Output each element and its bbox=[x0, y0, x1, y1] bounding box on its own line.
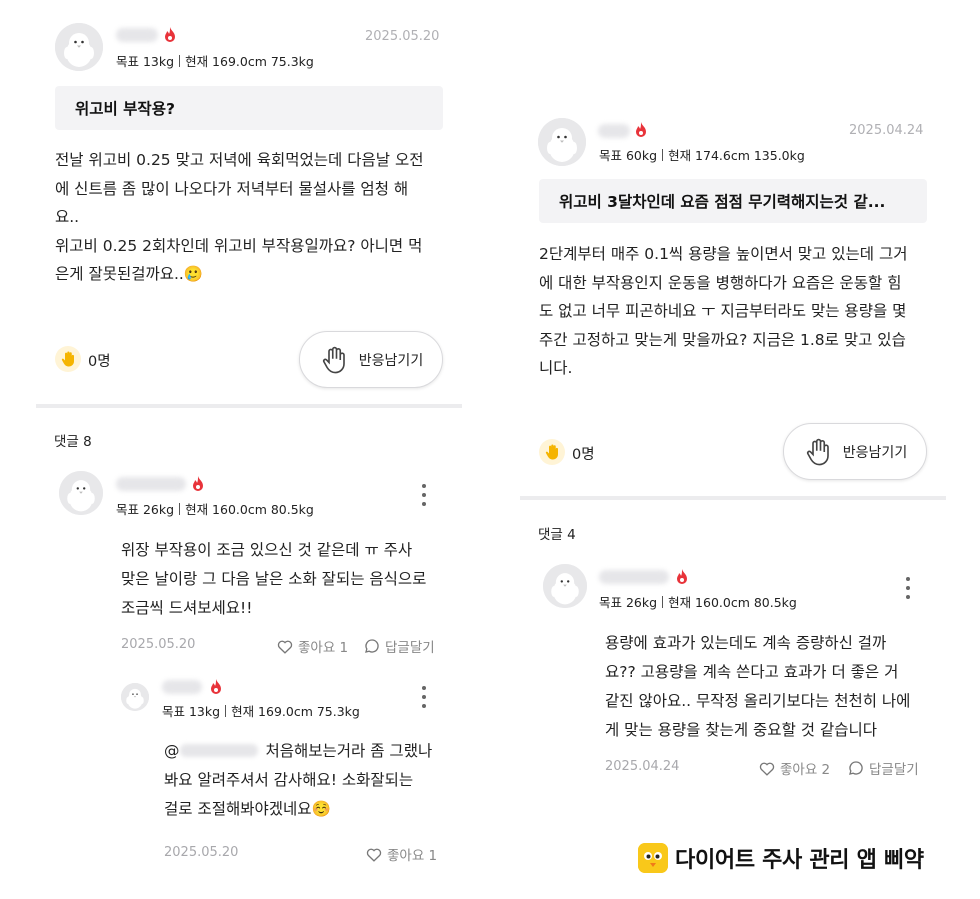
chick-avatar-icon[interactable] bbox=[538, 118, 586, 166]
brand-text: 다이어트 주사 관리 앱 삐약 bbox=[675, 848, 924, 873]
kebab-icon[interactable] bbox=[905, 577, 911, 599]
screenshot-page: 목표 13kg 현재 169.0cm 75.3kg 2025.05.20 위고비 … bbox=[0, 0, 980, 899]
username-blurred bbox=[599, 570, 669, 584]
chick-logo-icon bbox=[638, 843, 668, 873]
user-stats: 목표 13kg 현재 169.0cm 75.3kg bbox=[162, 701, 360, 720]
mention-at: @ bbox=[164, 742, 180, 760]
comment-date: 2025.05.20 bbox=[121, 637, 196, 652]
current-text: 현재 160.0cm 80.5kg bbox=[668, 595, 797, 610]
post-date: 2025.04.24 bbox=[849, 123, 924, 138]
heart-icon bbox=[277, 640, 293, 654]
hand-icon bbox=[539, 439, 565, 465]
reply-date: 2025.05.20 bbox=[164, 845, 239, 860]
stats-separator bbox=[662, 149, 664, 161]
kebab-icon[interactable] bbox=[421, 686, 427, 708]
post-title: 위고비 3달차인데 요즘 점점 무기력해지는것 같... bbox=[539, 179, 927, 223]
post-title: 위고비 부작용? bbox=[55, 86, 443, 130]
chick-avatar-icon[interactable] bbox=[121, 683, 149, 711]
reply-button[interactable]: 답글달기 bbox=[364, 636, 435, 656]
mention-blurred bbox=[179, 744, 258, 757]
flame-icon bbox=[165, 27, 175, 42]
username-blurred bbox=[162, 680, 202, 694]
user-stats: 목표 26kg 현재 160.0cm 80.5kg bbox=[599, 592, 797, 611]
reaction-count: 0명 bbox=[572, 447, 595, 463]
like-label: 좋아요 2 bbox=[780, 762, 831, 778]
chick-avatar-icon[interactable] bbox=[59, 471, 103, 515]
comment-body: 용량에 효과가 있는데도 계속 증량하신 걸까 요?? 고용량을 계속 쓴다고 … bbox=[605, 634, 911, 739]
comment-date: 2025.04.24 bbox=[605, 759, 680, 774]
flame-icon bbox=[677, 569, 687, 584]
leave-reaction-label: 반응남기기 bbox=[842, 444, 908, 461]
comment-count: 댓글 8 bbox=[54, 434, 92, 450]
hand-icon bbox=[55, 346, 81, 372]
comment-count: 댓글 4 bbox=[538, 527, 576, 543]
reply-body-line1: @ 처음해보는거라 좀 그랬나 bbox=[164, 737, 454, 766]
heart-icon bbox=[759, 762, 775, 776]
kebab-icon[interactable] bbox=[421, 484, 427, 506]
current-text: 현재 169.0cm 75.3kg bbox=[231, 704, 360, 719]
brand-watermark: 다이어트 주사 관리 앱 삐약 bbox=[638, 842, 924, 874]
hand-outline-icon bbox=[806, 438, 829, 465]
reply-body-rest: 봐요 알려주셔서 감사해요! 소화잘되는 걸로 조절해봐야겠네요☺️ bbox=[164, 771, 414, 818]
stats-separator bbox=[179, 503, 181, 515]
section-divider bbox=[520, 496, 946, 500]
user-stats: 목표 13kg 현재 169.0cm 75.3kg bbox=[116, 51, 314, 70]
user-stats: 목표 26kg 현재 160.0cm 80.5kg bbox=[116, 499, 314, 518]
stats-separator bbox=[225, 705, 227, 717]
goal-text: 목표 26kg bbox=[599, 595, 658, 610]
flame-icon bbox=[636, 122, 646, 137]
like-button[interactable]: 좋아요 2 bbox=[759, 758, 830, 778]
flame-icon bbox=[211, 679, 221, 694]
stats-separator bbox=[179, 55, 181, 67]
current-text: 현재 160.0cm 80.5kg bbox=[185, 502, 314, 517]
post-date: 2025.05.20 bbox=[365, 29, 440, 44]
user-stats: 목표 60kg 현재 174.6cm 135.0kg bbox=[599, 145, 805, 164]
reply-label: 답글달기 bbox=[385, 640, 435, 656]
current-text: 현재 169.0cm 75.3kg bbox=[185, 54, 314, 69]
heart-icon bbox=[366, 848, 382, 862]
flame-icon bbox=[193, 476, 203, 491]
goal-text: 목표 26kg bbox=[116, 502, 175, 517]
speech-bubble-icon bbox=[849, 761, 863, 775]
stats-separator bbox=[662, 596, 664, 608]
reply-button[interactable]: 답글달기 bbox=[848, 758, 919, 778]
leave-reaction-button[interactable]: 반응남기기 bbox=[783, 423, 927, 480]
like-button[interactable]: 좋아요 1 bbox=[277, 636, 348, 656]
comment-body: 위장 부작용이 조금 있으신 것 같은데 ㅠ 주사 맞은 날이랑 그 다음 날은… bbox=[121, 541, 427, 617]
reply-label: 답글달기 bbox=[869, 762, 919, 778]
hand-outline-icon bbox=[322, 346, 345, 373]
current-text: 현재 174.6cm 135.0kg bbox=[668, 148, 805, 163]
reply-first-line: 처음해보는거라 좀 그랬나 bbox=[265, 742, 433, 760]
like-label: 좋아요 1 bbox=[387, 848, 438, 864]
like-button[interactable]: 좋아요 1 bbox=[366, 844, 437, 864]
goal-text: 목표 13kg bbox=[116, 54, 175, 69]
speech-bubble-icon bbox=[365, 639, 379, 653]
leave-reaction-label: 반응남기기 bbox=[358, 352, 424, 369]
leave-reaction-button[interactable]: 반응남기기 bbox=[299, 331, 443, 388]
username-blurred bbox=[116, 477, 186, 491]
username-blurred bbox=[116, 28, 158, 42]
chick-avatar-icon[interactable] bbox=[55, 23, 103, 71]
section-divider bbox=[36, 404, 462, 408]
goal-text: 목표 60kg bbox=[599, 148, 658, 163]
chick-avatar-icon[interactable] bbox=[543, 564, 587, 608]
username-blurred bbox=[598, 124, 630, 138]
post-body: 전날 위고비 0.25 맞고 저녁에 육회먹었는데 다음날 오전 에 신트름 좀… bbox=[55, 151, 424, 283]
goal-text: 목표 13kg bbox=[162, 704, 221, 719]
post-body: 2단계부터 매주 0.1씩 용량을 높이면서 맞고 있는데 그거 에 대한 부작… bbox=[539, 245, 908, 377]
reply-body: @ 처음해보는거라 좀 그랬나 봐요 알려주셔서 감사해요! 소화잘되는 걸로 조… bbox=[164, 737, 454, 824]
reaction-count: 0명 bbox=[88, 354, 111, 370]
like-label: 좋아요 1 bbox=[298, 640, 349, 656]
